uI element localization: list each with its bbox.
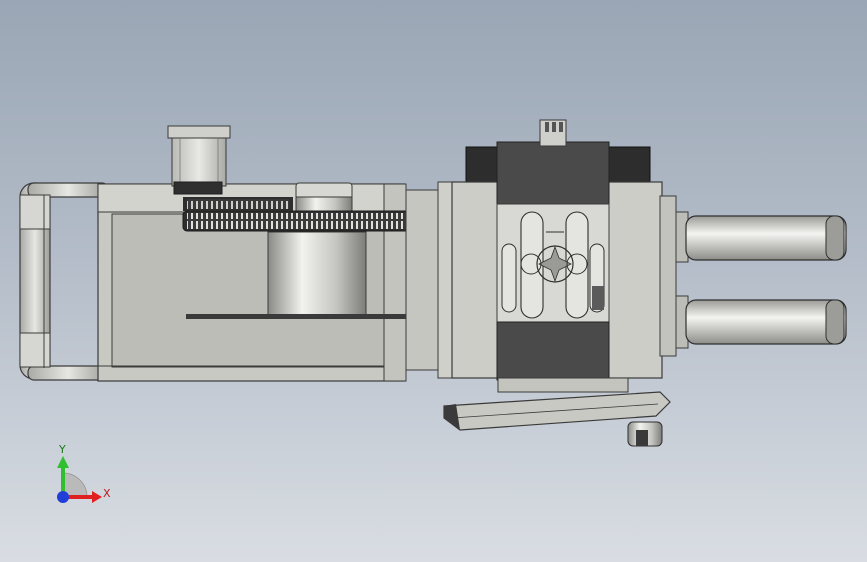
- z-axis-dot: [57, 491, 69, 503]
- cad-viewport[interactable]: Y X: [0, 0, 867, 562]
- bracket-knob: [627, 421, 663, 447]
- right-flange: [659, 195, 689, 357]
- gripper-finger-lower: [685, 299, 847, 345]
- axis-triad: Y X: [57, 443, 111, 503]
- x-axis-label: X: [103, 487, 111, 500]
- gripper-finger-upper: [685, 215, 847, 261]
- gear-hub: [295, 182, 353, 212]
- tube-frame: [19, 182, 109, 381]
- stepper-motor: [167, 125, 231, 195]
- gripper-housing: [451, 119, 663, 381]
- y-axis-label: Y: [58, 443, 66, 456]
